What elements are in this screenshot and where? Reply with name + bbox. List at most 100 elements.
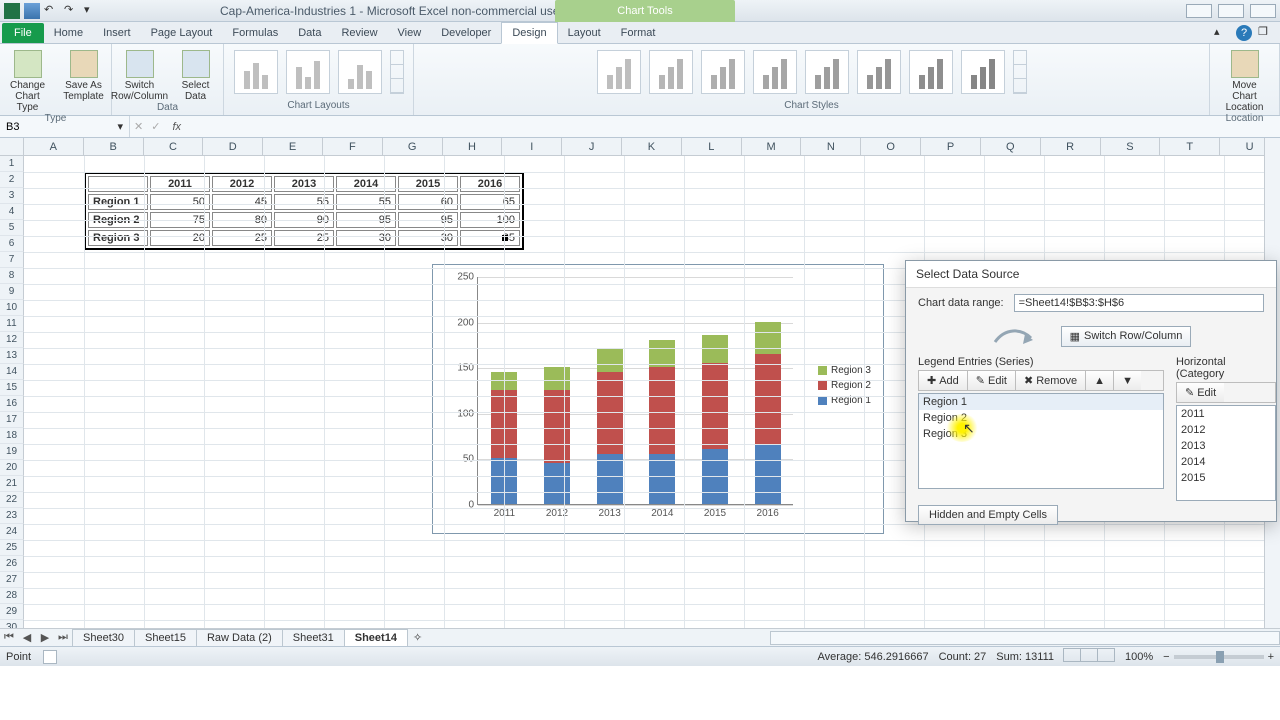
tab-page-layout[interactable]: Page Layout [141,23,223,43]
column-header[interactable]: E [263,138,323,156]
zoom-out-icon[interactable]: − [1163,651,1169,663]
minimize-ribbon-icon[interactable]: ▴ [1214,25,1230,41]
category-item[interactable]: 2014 [1177,454,1275,470]
select-data-button[interactable]: Select Data [172,50,220,102]
qat-dropdown-icon[interactable]: ▾ [84,3,100,19]
column-header[interactable]: H [443,138,503,156]
new-sheet-icon[interactable]: ✧ [407,631,428,644]
style-thumb[interactable] [961,50,1005,94]
move-down-button[interactable]: ▼ [1114,371,1141,390]
select-all-triangle[interactable] [0,138,24,156]
row-header[interactable]: 17 [0,412,24,428]
column-header[interactable]: L [682,138,742,156]
series-item[interactable]: Region 2 [919,410,1163,426]
row-header[interactable]: 26 [0,556,24,572]
tab-formulas[interactable]: Formulas [222,23,288,43]
enter-formula-icon[interactable]: ✓ [147,120,164,133]
column-header[interactable]: S [1101,138,1161,156]
layouts-more-icon[interactable] [390,50,404,94]
column-header[interactable]: Q [981,138,1041,156]
row-header[interactable]: 1 [0,156,24,172]
close-button[interactable] [1250,4,1276,18]
series-item[interactable]: Region 3 [919,426,1163,442]
fx-icon[interactable]: fx [164,121,189,133]
redo-icon[interactable]: ↷ [64,3,80,19]
change-chart-type-button[interactable]: Change Chart Type [4,50,52,113]
help-icon[interactable]: ? [1236,25,1252,41]
sheet-tab[interactable]: Sheet31 [282,629,345,646]
edit-categories-button[interactable]: ✎Edit [1177,383,1224,402]
window-restore-icon[interactable]: ❐ [1258,25,1274,41]
row-header[interactable]: 19 [0,444,24,460]
style-thumb[interactable] [649,50,693,94]
row-header[interactable]: 15 [0,380,24,396]
row-header[interactable]: 14 [0,364,24,380]
row-header[interactable]: 5 [0,220,24,236]
sheet-tab[interactable]: Sheet14 [344,629,408,646]
save-icon[interactable] [24,3,40,19]
row-header[interactable]: 28 [0,588,24,604]
select-data-source-dialog[interactable]: Select Data Source Chart data range: =Sh… [905,260,1277,522]
zoom-in-icon[interactable]: + [1268,651,1274,663]
row-header[interactable]: 2 [0,172,24,188]
last-sheet-icon[interactable]: ⏭ [54,631,72,644]
first-sheet-icon[interactable]: ⏮ [0,631,18,644]
style-thumb[interactable] [753,50,797,94]
layout-thumb[interactable] [286,50,330,94]
column-header[interactable]: T [1160,138,1220,156]
categories-listbox[interactable]: 20112012201320142015 [1176,405,1276,501]
row-header[interactable]: 29 [0,604,24,620]
zoom-level[interactable]: 100% [1125,651,1153,663]
switch-row-column-button[interactable]: Switch Row/Column [116,50,164,102]
column-header[interactable]: P [921,138,981,156]
row-header[interactable]: 27 [0,572,24,588]
cancel-formula-icon[interactable]: ✕ [130,120,147,133]
embedded-chart[interactable]: 050100150200250201120122013201420152016 … [432,264,884,534]
macro-record-icon[interactable] [43,650,57,664]
save-as-template-button[interactable]: Save As Template [60,50,108,102]
tab-review[interactable]: Review [331,23,387,43]
minimize-button[interactable] [1186,4,1212,18]
series-item[interactable]: Region 1 [919,394,1163,410]
row-header[interactable]: 8 [0,268,24,284]
style-thumb[interactable] [909,50,953,94]
row-header[interactable]: 30 [0,620,24,628]
maximize-button[interactable] [1218,4,1244,18]
chart-styles-gallery[interactable] [597,46,1027,94]
row-headers[interactable]: 1234567891011121314151617181920212223242… [0,156,24,628]
row-header[interactable]: 7 [0,252,24,268]
column-header[interactable]: O [861,138,921,156]
view-buttons[interactable] [1064,648,1115,665]
undo-icon[interactable]: ↶ [44,3,60,19]
zoom-slider[interactable]: −+ [1163,651,1274,663]
column-header[interactable]: R [1041,138,1101,156]
column-header[interactable]: B [84,138,144,156]
row-header[interactable]: 23 [0,508,24,524]
style-thumb[interactable] [857,50,901,94]
name-box[interactable]: ▾ [0,116,130,137]
styles-more-icon[interactable] [1013,50,1027,94]
tab-view[interactable]: View [388,23,432,43]
row-header[interactable]: 25 [0,540,24,556]
layout-thumb[interactable] [234,50,278,94]
series-listbox[interactable]: ↖ Region 1Region 2Region 3 [918,393,1164,489]
sheet-tab[interactable]: Sheet30 [72,629,135,646]
row-header[interactable]: 9 [0,284,24,300]
category-item[interactable]: 2012 [1177,422,1275,438]
layout-thumb[interactable] [338,50,382,94]
column-header[interactable]: D [203,138,263,156]
chart-data-range-input[interactable]: =Sheet14!$B$3:$H$6 [1014,294,1264,312]
column-header[interactable]: F [323,138,383,156]
row-header[interactable]: 4 [0,204,24,220]
category-item[interactable]: 2011 [1177,406,1275,422]
column-header[interactable]: C [144,138,204,156]
sheet-tab[interactable]: Sheet15 [134,629,197,646]
next-sheet-icon[interactable]: ▶ [36,631,54,644]
tab-data[interactable]: Data [288,23,331,43]
tab-home[interactable]: Home [44,23,93,43]
column-header[interactable]: I [502,138,562,156]
tab-insert[interactable]: Insert [93,23,141,43]
column-header[interactable]: J [562,138,622,156]
column-header[interactable]: N [801,138,861,156]
row-header[interactable]: 13 [0,348,24,364]
